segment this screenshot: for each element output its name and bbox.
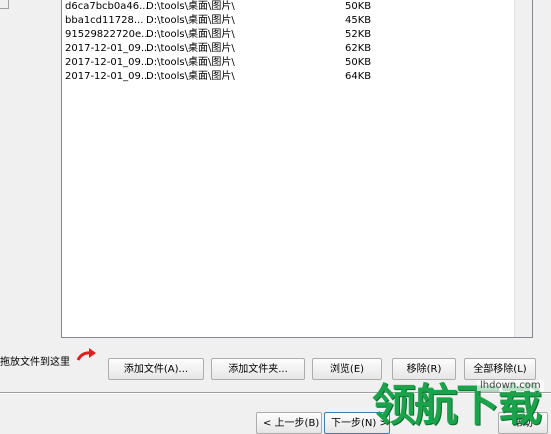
file-list[interactable]: d6ca7bcb0a46... D:\tools\桌面\图片\ 50KB bba… (61, 0, 533, 338)
list-item[interactable]: bba1cd11728... D:\tools\桌面\图片\ 45KB (62, 14, 532, 28)
list-item[interactable]: 91529822720e... D:\tools\桌面\图片\ 52KB (62, 28, 532, 42)
red-curved-arrow-icon (76, 346, 98, 365)
remove-all-button[interactable]: 全部移除(L) (464, 358, 536, 380)
file-path: D:\tools\桌面\图片\ (146, 71, 235, 82)
left-panel-frame (0, 0, 9, 9)
next-button[interactable]: 下一步(N) > (324, 412, 390, 434)
vertical-scrollbar[interactable] (514, 0, 532, 337)
list-item[interactable]: 2017-12-01_09... D:\tools\桌面\图片\ 62KB (62, 42, 532, 56)
file-size: 64KB (345, 71, 372, 82)
browse-button[interactable]: 浏览(E) (312, 358, 382, 380)
file-size: 45KB (345, 15, 372, 26)
file-name: 2017-12-01_09... (65, 43, 151, 54)
file-name: 2017-12-01_09... (65, 57, 151, 68)
file-name: bba1cd11728... (65, 15, 144, 26)
file-path: D:\tools\桌面\图片\ (146, 43, 235, 54)
divider (0, 392, 551, 394)
add-folder-button[interactable]: 添加文件夹... (211, 358, 305, 380)
file-size: 52KB (345, 29, 372, 40)
file-name: 2017-12-01_09... (65, 71, 151, 82)
file-size: 50KB (345, 1, 372, 12)
file-path: D:\tools\桌面\图片\ (146, 29, 235, 40)
file-name: d6ca7bcb0a46... (65, 1, 149, 12)
file-path: D:\tools\桌面\图片\ (146, 57, 235, 68)
file-size: 50KB (345, 57, 372, 68)
file-path: D:\tools\桌面\图片\ (146, 15, 235, 26)
list-item[interactable]: d6ca7bcb0a46... D:\tools\桌面\图片\ 50KB (62, 0, 532, 14)
add-file-button[interactable]: 添加文件(A)... (108, 358, 204, 380)
help-button[interactable]: 帮助 (498, 412, 548, 434)
drop-hint-label: 拖放文件到这里 (0, 357, 70, 368)
file-name: 91529822720e... (65, 29, 151, 40)
file-path: D:\tools\桌面\图片\ (146, 1, 235, 12)
back-button[interactable]: < 上一步(B) (256, 412, 322, 434)
list-item[interactable]: 2017-12-01_09... D:\tools\桌面\图片\ 50KB (62, 56, 532, 70)
watermark-url: lhdown.com (477, 380, 544, 391)
remove-button[interactable]: 移除(R) (392, 358, 456, 380)
list-item[interactable]: 2017-12-01_09... D:\tools\桌面\图片\ 64KB (62, 70, 532, 84)
file-size: 62KB (345, 43, 372, 54)
